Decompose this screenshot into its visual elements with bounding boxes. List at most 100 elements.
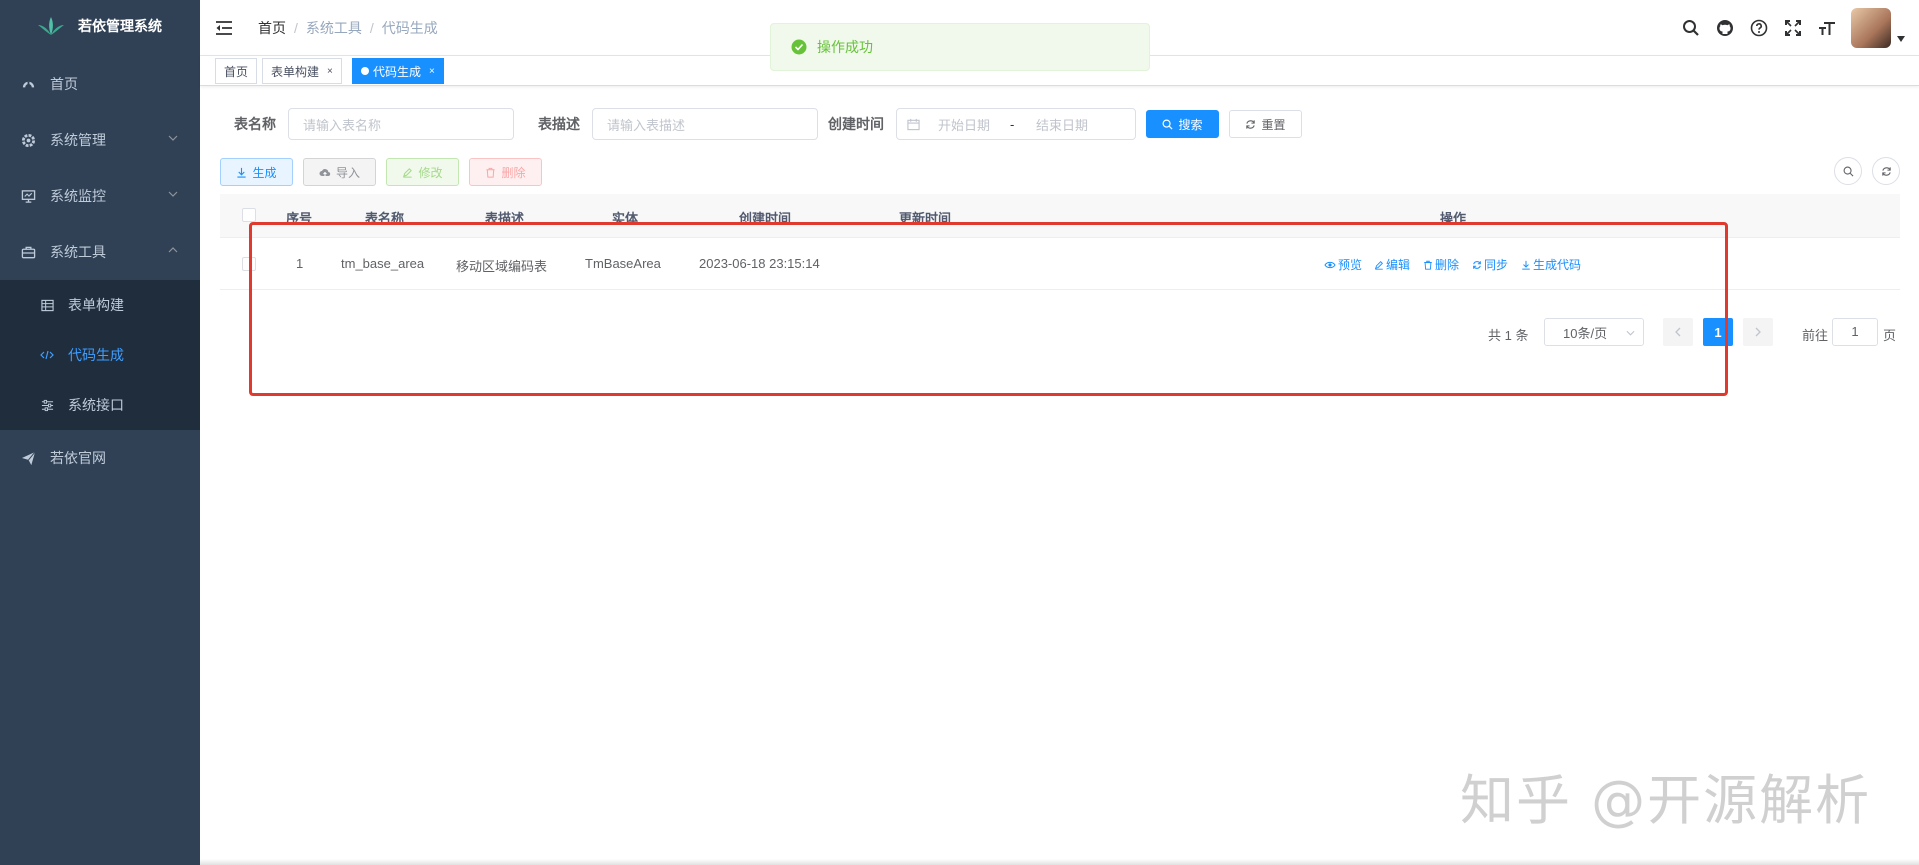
toggle-search-button[interactable] bbox=[1834, 157, 1862, 185]
github-icon[interactable] bbox=[1715, 18, 1735, 38]
success-toast: 操作成功 bbox=[770, 23, 1150, 71]
help-icon[interactable] bbox=[1749, 18, 1769, 38]
refresh-icon bbox=[1246, 119, 1256, 129]
sync-link-label: 同步 bbox=[1484, 258, 1509, 272]
submenu-system-tools: 表单构建 代码生成 系统接口 bbox=[0, 280, 200, 430]
tab-home[interactable]: 首页 bbox=[215, 58, 258, 84]
fullscreen-icon[interactable] bbox=[1783, 18, 1803, 38]
sidebar-item-system-tools[interactable]: 系统工具 bbox=[0, 224, 200, 280]
column-header-actions: 操作 bbox=[1440, 211, 1467, 226]
search-button-label: 搜索 bbox=[1178, 117, 1203, 132]
sidebar-item-system-management[interactable]: 系统管理 bbox=[0, 112, 200, 168]
edit-button[interactable]: 修改 bbox=[386, 158, 459, 186]
breadcrumb-home[interactable]: 首页 bbox=[258, 18, 286, 38]
gen-code-link-label: 生成代码 bbox=[1533, 258, 1582, 272]
app-window: 若依管理系统 首页 系统管理 系统监控 系统工具 表单构建 代码生成 系统接口 … bbox=[0, 0, 1919, 865]
paper-plane-icon bbox=[20, 450, 36, 466]
breadcrumb-system-tools[interactable]: 系统工具 bbox=[306, 18, 362, 38]
eye-icon bbox=[1324, 261, 1336, 268]
font-size-icon[interactable] bbox=[1817, 18, 1837, 38]
sidebar-item-label: 系统监控 bbox=[50, 188, 106, 204]
sync-link[interactable]: 同步 bbox=[1472, 256, 1508, 273]
sidebar: 若依管理系统 首页 系统管理 系统监控 系统工具 表单构建 代码生成 系统接口 … bbox=[0, 0, 200, 865]
row-checkbox[interactable] bbox=[242, 257, 256, 271]
column-header-table-desc: 表描述 bbox=[485, 211, 525, 226]
reset-button[interactable]: 重置 bbox=[1229, 110, 1302, 138]
range-separator: - bbox=[1010, 116, 1015, 132]
sidebar-item-system-monitor[interactable]: 系统监控 bbox=[0, 168, 200, 224]
sidebar-item-label: 系统接口 bbox=[68, 397, 124, 413]
cell-entity: TmBaseArea bbox=[585, 256, 661, 271]
column-header-create-time: 创建时间 bbox=[739, 211, 792, 226]
sidebar-item-code-gen[interactable]: 代码生成 bbox=[0, 330, 200, 380]
cell-create-time: 2023-06-18 23:15:14 bbox=[699, 256, 820, 271]
app-title: 若依管理系统 bbox=[78, 18, 162, 34]
close-icon[interactable]: × bbox=[327, 66, 333, 77]
trash-icon bbox=[1424, 260, 1432, 270]
input-placeholder: 请输入表名称 bbox=[303, 117, 382, 133]
tab-code-gen[interactable]: 代码生成 × bbox=[352, 58, 444, 84]
column-header-entity: 实体 bbox=[612, 211, 639, 226]
start-date-placeholder[interactable]: 开始日期 bbox=[938, 115, 1010, 134]
input-placeholder: 请输入表描述 bbox=[607, 117, 686, 133]
generate-button[interactable]: 生成 bbox=[220, 158, 293, 186]
sidebar-item-label: 系统管理 bbox=[50, 132, 106, 148]
dashboard-icon bbox=[20, 76, 36, 92]
sidebar-item-home[interactable]: 首页 bbox=[0, 56, 200, 112]
gen-code-link[interactable]: 生成代码 bbox=[1521, 256, 1581, 273]
table-name-input[interactable]: 请输入表名称 bbox=[288, 108, 514, 140]
hamburger-button[interactable] bbox=[200, 0, 248, 56]
chevron-down-icon bbox=[168, 135, 178, 141]
chevron-left-icon bbox=[1675, 327, 1681, 337]
close-icon[interactable]: × bbox=[429, 66, 435, 77]
delete-button-label: 删除 bbox=[501, 165, 526, 180]
refresh-button[interactable] bbox=[1872, 157, 1900, 185]
search-icon bbox=[1162, 119, 1173, 130]
import-button[interactable]: 导入 bbox=[303, 158, 376, 186]
search-button[interactable]: 搜索 bbox=[1146, 110, 1219, 138]
sidebar-item-system-api[interactable]: 系统接口 bbox=[0, 380, 200, 430]
toast-message: 操作成功 bbox=[817, 39, 873, 55]
page-number-button[interactable]: 1 bbox=[1703, 318, 1733, 346]
chevron-down-icon bbox=[1626, 330, 1635, 336]
preview-link[interactable]: 预览 bbox=[1324, 256, 1362, 273]
table-row: 1 tm_base_area 移动区域编码表 TmBaseArea 2023-0… bbox=[220, 238, 1900, 290]
search-icon[interactable] bbox=[1681, 18, 1701, 38]
tab-label: 首页 bbox=[224, 64, 249, 79]
menu-fold-icon bbox=[216, 20, 232, 35]
edit-icon bbox=[1374, 260, 1383, 270]
prev-page-button[interactable] bbox=[1663, 318, 1693, 346]
active-dot-icon bbox=[361, 67, 369, 75]
toolbox-icon bbox=[20, 244, 36, 260]
import-button-label: 导入 bbox=[335, 165, 360, 180]
breadcrumb-current: 代码生成 bbox=[381, 19, 438, 36]
navbar-right bbox=[1681, 8, 1905, 48]
tab-label: 表单构建 bbox=[271, 64, 320, 79]
monitor-icon bbox=[20, 188, 36, 204]
caret-down-icon[interactable] bbox=[1897, 36, 1905, 42]
goto-page-input[interactable]: 1 bbox=[1832, 318, 1878, 346]
sidebar-item-form-builder[interactable]: 表单构建 bbox=[0, 280, 200, 330]
sliders-icon bbox=[40, 398, 54, 412]
avatar[interactable] bbox=[1851, 8, 1891, 48]
breadcrumb-separator: / bbox=[369, 19, 374, 36]
table-header: 序号 表名称 表描述 实体 创建时间 更新时间 操作 bbox=[220, 194, 1900, 238]
sidebar-item-label: 表单构建 bbox=[68, 297, 124, 313]
edit-link-label: 编辑 bbox=[1386, 258, 1411, 272]
watermark: 知乎 @开源解析 bbox=[1460, 769, 1872, 832]
breadcrumb-separator: / bbox=[294, 19, 298, 36]
delete-link[interactable]: 删除 bbox=[1423, 256, 1459, 273]
edit-icon bbox=[403, 167, 413, 178]
table-desc-input[interactable]: 请输入表描述 bbox=[592, 108, 818, 140]
edit-link[interactable]: 编辑 bbox=[1374, 256, 1410, 273]
date-range-picker[interactable]: 开始日期 - 结束日期 bbox=[896, 108, 1136, 140]
next-page-button[interactable] bbox=[1743, 318, 1773, 346]
delete-button[interactable]: 删除 bbox=[469, 158, 542, 186]
page-size-select[interactable]: 10条/页 bbox=[1544, 318, 1644, 346]
tab-form-builder[interactable]: 表单构建 × bbox=[262, 58, 342, 84]
select-all-checkbox[interactable] bbox=[242, 208, 256, 222]
delete-link-label: 删除 bbox=[1435, 258, 1460, 272]
sidebar-item-official-site[interactable]: 若依官网 bbox=[0, 430, 200, 486]
end-date-placeholder[interactable]: 结束日期 bbox=[1036, 115, 1088, 134]
logo[interactable]: 若依管理系统 bbox=[0, 0, 200, 52]
